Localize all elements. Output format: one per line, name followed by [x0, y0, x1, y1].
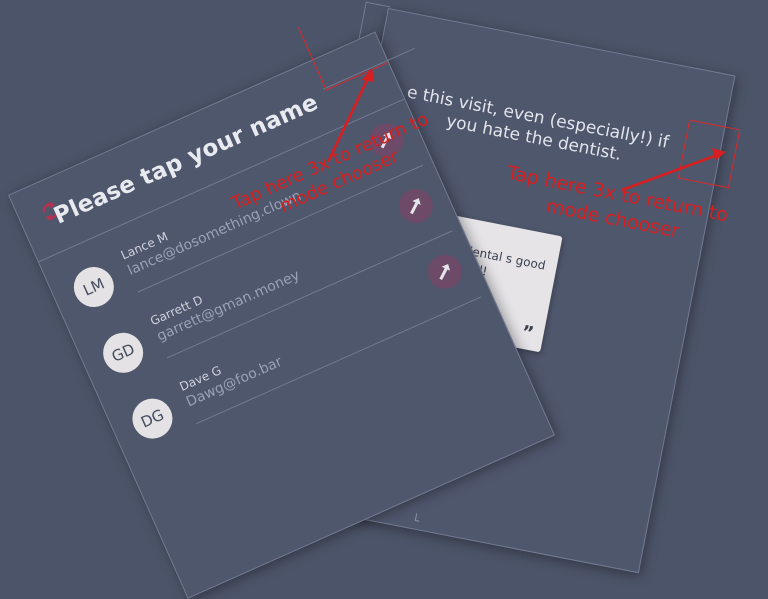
arrow-right-icon	[410, 198, 421, 215]
avatar: DG	[126, 392, 179, 445]
corner-mark-bottom: └	[410, 513, 421, 529]
avatar: GD	[96, 326, 150, 380]
avatar: LM	[67, 260, 121, 314]
mode-chooser-hotzone-back[interactable]	[677, 119, 741, 189]
quote-mark-icon: ”	[519, 321, 536, 345]
arrow-right-icon	[439, 263, 451, 280]
